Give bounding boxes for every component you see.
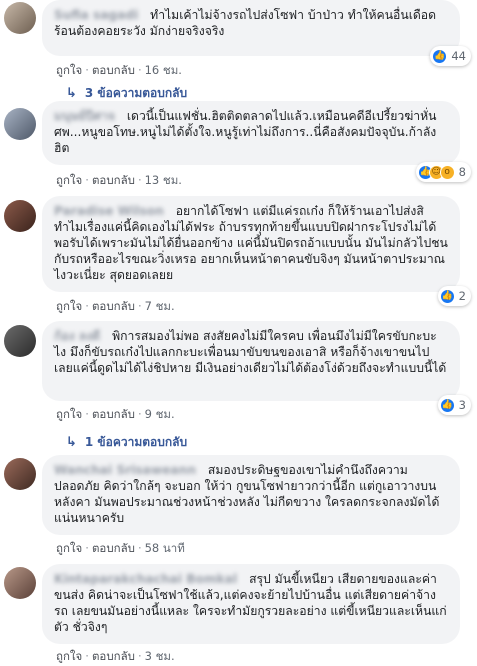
reaction-count: 44 xyxy=(451,49,466,63)
comment-actions: ถูกใจ · ตอบกลับ · 3 ชม. xyxy=(56,649,175,663)
comment-bubble: Kintaparakchachai Bomkal สรุป มันขี้เหนี… xyxy=(42,564,460,644)
timestamp[interactable]: 13 ชม. xyxy=(145,173,182,187)
replies-label[interactable]: 1 ข้อความตอบกลับ xyxy=(85,433,187,452)
avatar[interactable] xyxy=(4,108,36,140)
avatar[interactable] xyxy=(4,458,36,490)
avatar[interactable] xyxy=(4,567,36,599)
comment-bubble: Wanchai Srisaweann สมองประดิษฐของเขาไม่ค… xyxy=(42,455,460,535)
comment-text: พิการสมองไม่พอ สงสัยคงไม่มีใครคบ เพื่อนม… xyxy=(54,329,447,375)
reaction-summary[interactable]: 👍 ☺ o 8 xyxy=(415,162,471,182)
avatar[interactable] xyxy=(4,325,36,357)
thumbs-up-icon: 👍 xyxy=(432,48,448,64)
reply-link[interactable]: ตอบกลับ xyxy=(92,299,135,313)
reaction-count: 2 xyxy=(458,289,466,303)
like-link[interactable]: ถูกใจ xyxy=(56,649,82,663)
comment-actions: ถูกใจ · ตอบกลับ · 58 นาที xyxy=(56,541,185,555)
reply-link[interactable]: ตอบกลับ xyxy=(92,63,135,77)
surprised-face-icon: o xyxy=(439,164,455,180)
comment-actions: ถูกใจ · ตอบกลับ · 16 ชม. xyxy=(56,63,182,77)
reaction-summary[interactable]: 👍 44 xyxy=(430,46,471,66)
thumbs-up-icon: 👍 xyxy=(439,288,455,304)
avatar[interactable] xyxy=(4,2,36,34)
author-name[interactable]: ก้อง ลงดี xyxy=(54,329,100,343)
timestamp[interactable]: 58 นาที xyxy=(145,541,185,555)
like-link[interactable]: ถูกใจ xyxy=(56,63,82,77)
reaction-count: 3 xyxy=(458,398,466,412)
reply-link[interactable]: ตอบกลับ xyxy=(92,407,135,421)
like-link[interactable]: ถูกใจ xyxy=(56,299,82,313)
reaction-summary[interactable]: 👍 2 xyxy=(437,286,471,306)
comment-actions: ถูกใจ · ตอบกลับ · 9 ชม. xyxy=(56,407,175,421)
timestamp[interactable]: 9 ชม. xyxy=(145,407,175,421)
reply-link[interactable]: ตอบกลับ xyxy=(92,541,135,555)
reply-arrow-icon: ↳ xyxy=(66,435,77,450)
author-name[interactable]: Wanchai Srisaweann xyxy=(54,463,196,477)
timestamp[interactable]: 7 ชม. xyxy=(145,299,175,313)
author-name[interactable]: Sufia sagadi xyxy=(54,8,138,22)
comment-bubble: มนุษย์ปีศาจ เดวนี้เป็นแฟชั่น.ฮิตติดตลาดไ… xyxy=(42,101,460,165)
view-replies-link[interactable]: ↳ 1 ข้อความตอบกลับ xyxy=(66,433,187,452)
reply-arrow-icon: ↳ xyxy=(66,86,77,101)
reply-link[interactable]: ตอบกลับ xyxy=(92,173,135,187)
reaction-count: 8 xyxy=(458,165,466,179)
like-link[interactable]: ถูกใจ xyxy=(56,541,82,555)
comment-bubble: ก้อง ลงดี พิการสมองไม่พอ สงสัยคงไม่มีใคร… xyxy=(42,321,460,401)
comment-feed: Sufia sagadi ทำไมเค้าไม่จ้างรถไปส่งโซฟา … xyxy=(0,0,477,665)
timestamp[interactable]: 16 ชม. xyxy=(145,63,182,77)
thumbs-up-icon: 👍 xyxy=(439,397,455,413)
reply-link[interactable]: ตอบกลับ xyxy=(92,649,135,663)
like-link[interactable]: ถูกใจ xyxy=(56,173,82,187)
comment-bubble: Paradise Wilson อยากได้โซฟา แต่มีแค่รถเก… xyxy=(42,196,460,292)
author-name[interactable]: Kintaparakchachai Bomkal xyxy=(54,572,237,586)
avatar[interactable] xyxy=(4,200,36,232)
comment-bubble: Sufia sagadi ทำไมเค้าไม่จ้างรถไปส่งโซฟา … xyxy=(42,0,460,56)
like-link[interactable]: ถูกใจ xyxy=(56,407,82,421)
timestamp[interactable]: 3 ชม. xyxy=(145,649,175,663)
author-name[interactable]: Paradise Wilson xyxy=(54,204,164,218)
reaction-summary[interactable]: 👍 3 xyxy=(437,395,471,415)
author-name[interactable]: มนุษย์ปีศาจ xyxy=(54,109,115,123)
comment-actions: ถูกใจ · ตอบกลับ · 13 ชม. xyxy=(56,173,182,187)
comment-actions: ถูกใจ · ตอบกลับ · 7 ชม. xyxy=(56,299,175,313)
